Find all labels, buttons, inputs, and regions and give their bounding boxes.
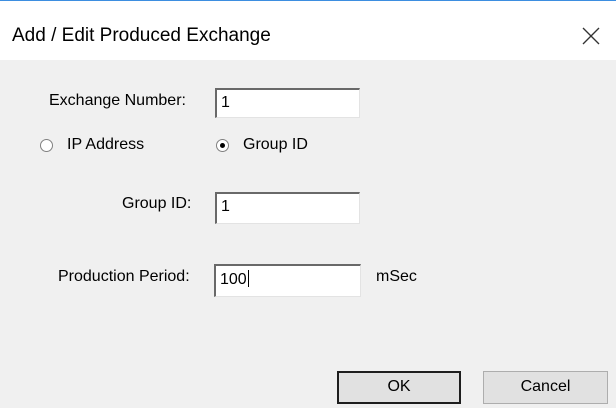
group-id-label: Group ID: [122, 195, 192, 212]
group-id-radio[interactable] [216, 139, 229, 152]
production-period-label: Production Period: [58, 268, 190, 285]
exchange-number-label: Exchange Number: [49, 92, 186, 109]
dialog-window: Add / Edit Produced Exchange Exchange Nu… [0, 0, 616, 408]
exchange-number-input[interactable]: 1 [215, 88, 360, 118]
radio-selected-dot [220, 143, 225, 148]
ok-button-label: OK [387, 378, 411, 395]
production-period-unit: mSec [376, 268, 417, 285]
ok-button[interactable]: OK [337, 371, 461, 404]
exchange-number-value: 1 [221, 94, 230, 111]
close-icon[interactable] [576, 21, 606, 51]
cancel-button[interactable]: Cancel [483, 371, 608, 404]
title-bar: Add / Edit Produced Exchange [0, 1, 616, 60]
group-id-input[interactable]: 1 [215, 192, 360, 224]
ip-address-radio[interactable] [40, 139, 53, 152]
text-caret [247, 270, 249, 287]
group-id-radio-label[interactable]: Group ID [243, 136, 308, 154]
production-period-value: 100 [220, 271, 247, 288]
production-period-input[interactable]: 100 [214, 264, 361, 297]
cancel-button-label: Cancel [520, 378, 571, 395]
ip-address-radio-label[interactable]: IP Address [67, 136, 144, 154]
group-id-value: 1 [221, 198, 230, 215]
dialog-title: Add / Edit Produced Exchange [12, 25, 271, 46]
